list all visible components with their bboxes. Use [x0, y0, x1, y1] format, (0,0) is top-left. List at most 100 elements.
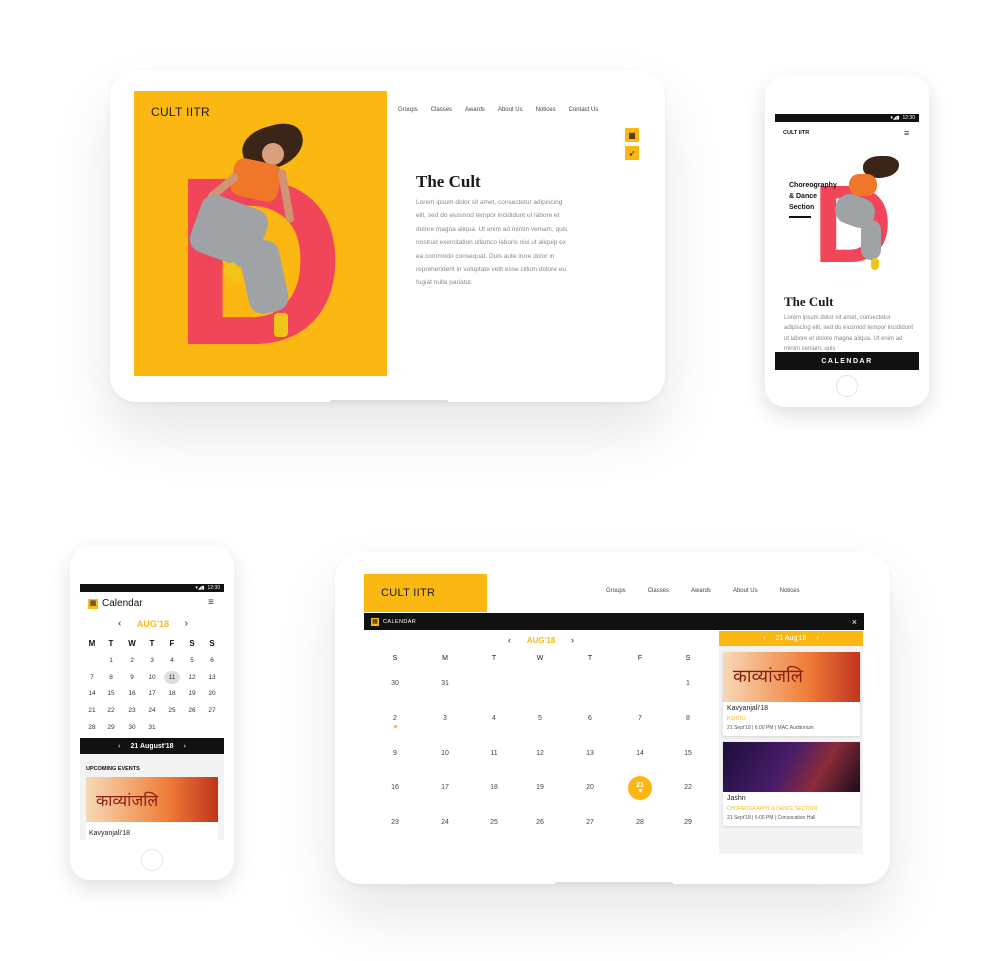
- rocket-shortcut-button[interactable]: ➶: [625, 146, 639, 160]
- calendar-day[interactable]: 21: [84, 707, 100, 714]
- calendar-day[interactable]: 9: [380, 750, 410, 757]
- brand-logo[interactable]: CULT IITR: [151, 105, 210, 119]
- calendar-day-selected[interactable]: 21: [628, 776, 652, 800]
- nav-contact-us[interactable]: Contact Us: [569, 107, 599, 113]
- calendar-day[interactable]: 14: [84, 690, 100, 697]
- calendar-day[interactable]: 5: [525, 715, 555, 722]
- next-month-button[interactable]: ›: [185, 618, 188, 629]
- calendar-day[interactable]: 23: [380, 819, 410, 826]
- calendar-day[interactable]: 25: [479, 819, 509, 826]
- calendar-day[interactable]: 1: [673, 680, 703, 687]
- calendar-day[interactable]: 28: [625, 819, 655, 826]
- phone-event-card[interactable]: काव्यांजलि Kavyanjali'18: [86, 777, 218, 840]
- calendar-day[interactable]: 10: [144, 674, 160, 681]
- calendar-day[interactable]: 13: [575, 750, 605, 757]
- calendar-day[interactable]: 18: [479, 784, 509, 791]
- next-month-button[interactable]: ›: [571, 635, 574, 645]
- calendar-day[interactable]: 29: [103, 724, 119, 731]
- hamburger-icon[interactable]: ≡: [208, 598, 214, 608]
- calendar-day[interactable]: 24: [144, 707, 160, 714]
- calendar-day[interactable]: 16: [380, 784, 410, 791]
- calendar-day[interactable]: 17: [430, 784, 460, 791]
- calendar-day-highlighted[interactable]: 11: [164, 671, 180, 684]
- nav-classes[interactable]: Classes: [431, 107, 452, 113]
- calendar-day[interactable]: 4: [164, 657, 180, 664]
- calendar-day[interactable]: 16: [124, 690, 140, 697]
- prev-month-button[interactable]: ‹: [508, 635, 511, 645]
- calendar-day[interactable]: 26: [184, 707, 200, 714]
- calendar-day[interactable]: 25: [164, 707, 180, 714]
- calendar-day[interactable]: 5: [184, 657, 200, 664]
- calendar-day[interactable]: 15: [103, 690, 119, 697]
- calendar-day[interactable]: 20: [575, 784, 605, 791]
- prev-day-button[interactable]: ‹: [763, 635, 765, 642]
- weekday-header: S: [685, 655, 691, 662]
- nav-about-us[interactable]: About Us: [733, 588, 758, 594]
- calendar-top-nav: Groups Classes Awards About Us Notices: [606, 588, 800, 594]
- calendar-day[interactable]: 7: [625, 715, 655, 722]
- calendar-day[interactable]: 12: [184, 674, 200, 681]
- phone-date-bar: ‹ 21 August'18 ›: [80, 738, 224, 754]
- mobile-calendar-button[interactable]: CALENDAR: [775, 352, 919, 370]
- calendar-day[interactable]: 13: [204, 674, 220, 681]
- calendar-day[interactable]: 30: [124, 724, 140, 731]
- calendar-day[interactable]: 3: [430, 715, 460, 722]
- calendar-brand-block[interactable]: CULT IITR: [364, 574, 487, 612]
- mobile-tagline: Choreography & Dance Section: [789, 180, 837, 213]
- calendar-day[interactable]: 31: [144, 724, 160, 731]
- prev-day-button[interactable]: ‹: [118, 743, 120, 750]
- calendar-day[interactable]: 20: [204, 690, 220, 697]
- calendar-day[interactable]: 22: [673, 784, 703, 791]
- calendar-day[interactable]: 1: [103, 657, 119, 664]
- calendar-day[interactable]: 23: [124, 707, 140, 714]
- nav-awards[interactable]: Awards: [465, 107, 485, 113]
- calendar-day[interactable]: 2: [124, 657, 140, 664]
- calendar-day[interactable]: 11: [479, 750, 509, 757]
- nav-groups[interactable]: Groups: [398, 107, 418, 113]
- calendar-day[interactable]: 14: [625, 750, 655, 757]
- next-day-button[interactable]: ›: [184, 743, 186, 750]
- calendar-day[interactable]: 8: [673, 715, 703, 722]
- calendar-day[interactable]: 3: [144, 657, 160, 664]
- calendar-day[interactable]: 24: [430, 819, 460, 826]
- next-day-button[interactable]: ›: [816, 635, 818, 642]
- calendar-day[interactable]: 18: [164, 690, 180, 697]
- calendar-day[interactable]: 27: [204, 707, 220, 714]
- calendar-icon: ▦: [88, 598, 98, 609]
- nav-groups[interactable]: Groups: [606, 588, 626, 594]
- nav-about-us[interactable]: About Us: [498, 107, 523, 113]
- calendar-day[interactable]: 29: [673, 819, 703, 826]
- calendar-shortcut-button[interactable]: ▦: [625, 128, 639, 142]
- home-button: [141, 849, 163, 871]
- nav-awards[interactable]: Awards: [691, 588, 711, 594]
- calendar-day[interactable]: 30: [380, 680, 410, 687]
- calendar-day[interactable]: 27: [575, 819, 605, 826]
- hamburger-icon[interactable]: ≡: [904, 129, 909, 138]
- calendar-day[interactable]: 2: [380, 715, 410, 722]
- event-card-jashn[interactable]: Jashn CHOREOGRAPHY & DANCE SECTION 21 Se…: [723, 742, 860, 826]
- calendar-day[interactable]: 28: [84, 724, 100, 731]
- calendar-day[interactable]: 9: [124, 674, 140, 681]
- calendar-day[interactable]: 7: [84, 674, 100, 681]
- calendar-day[interactable]: 15: [673, 750, 703, 757]
- calendar-day[interactable]: 10: [430, 750, 460, 757]
- calendar-day[interactable]: 4: [479, 715, 509, 722]
- calendar-day[interactable]: 19: [184, 690, 200, 697]
- calendar-day[interactable]: 19: [525, 784, 555, 791]
- calendar-day[interactable]: 12: [525, 750, 555, 757]
- calendar-day[interactable]: 26: [525, 819, 555, 826]
- event-dot: [393, 725, 397, 728]
- calendar-day[interactable]: 8: [103, 674, 119, 681]
- calendar-day[interactable]: 31: [430, 680, 460, 687]
- mobile-brand[interactable]: CULT IITR: [783, 130, 809, 136]
- nav-notices[interactable]: Notices: [780, 588, 800, 594]
- calendar-day[interactable]: 6: [575, 715, 605, 722]
- calendar-day[interactable]: 22: [103, 707, 119, 714]
- close-icon[interactable]: ×: [852, 617, 857, 627]
- prev-month-button[interactable]: ‹: [118, 618, 121, 629]
- nav-classes[interactable]: Classes: [648, 588, 669, 594]
- event-card-kavyanjali[interactable]: काव्यांजलि Kavyanjali'18 KSHITIJ 21 Sept…: [723, 652, 860, 736]
- nav-notices[interactable]: Notices: [536, 107, 556, 113]
- calendar-day[interactable]: 6: [204, 657, 220, 664]
- calendar-day[interactable]: 17: [144, 690, 160, 697]
